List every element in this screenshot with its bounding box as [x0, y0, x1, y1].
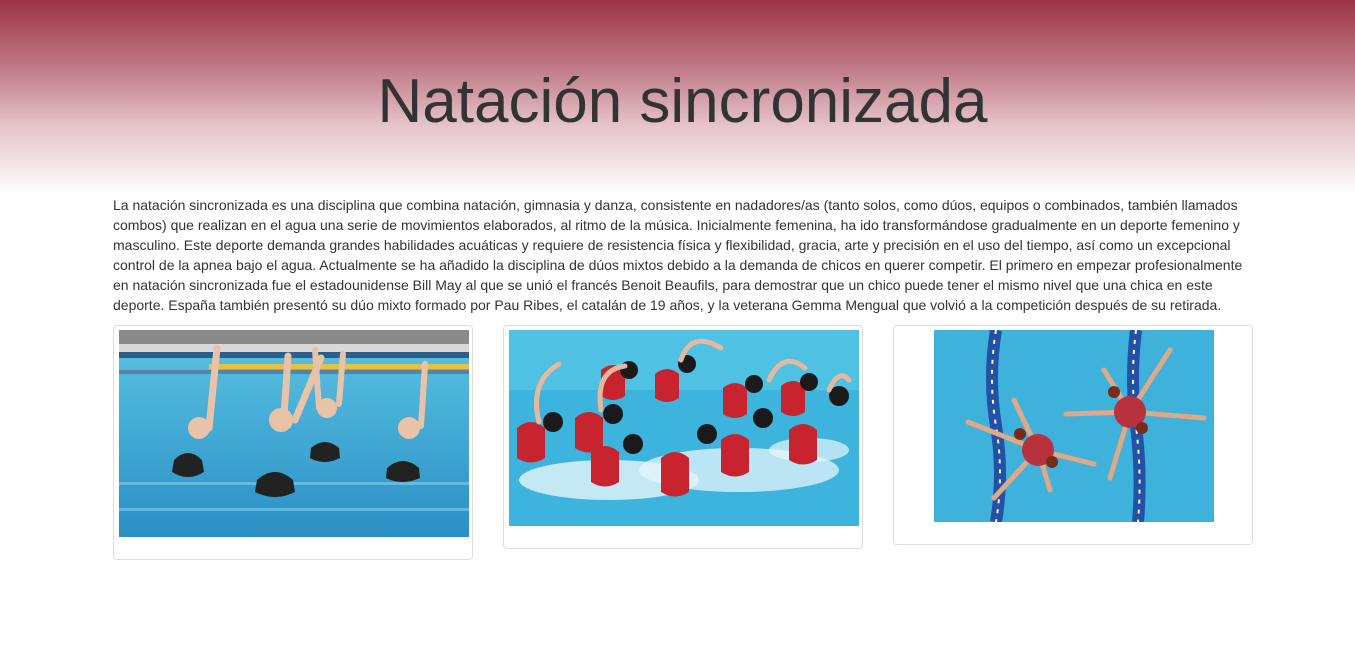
swimmers-star-formation-photo	[934, 330, 1214, 522]
swimmers-red-suits-photo	[509, 330, 859, 526]
intro-paragraph: La natación sincronizada es una discipli…	[113, 197, 1243, 313]
page-title: Natación sincronizada	[377, 67, 988, 136]
gallery-thumbnail-1[interactable]	[113, 325, 473, 560]
gallery-thumbnail-3[interactable]	[893, 325, 1253, 545]
gallery-thumbnail-2[interactable]	[503, 325, 863, 549]
page-header: Natación sincronizada	[0, 0, 1355, 195]
swimmers-black-suits-photo	[119, 330, 469, 537]
